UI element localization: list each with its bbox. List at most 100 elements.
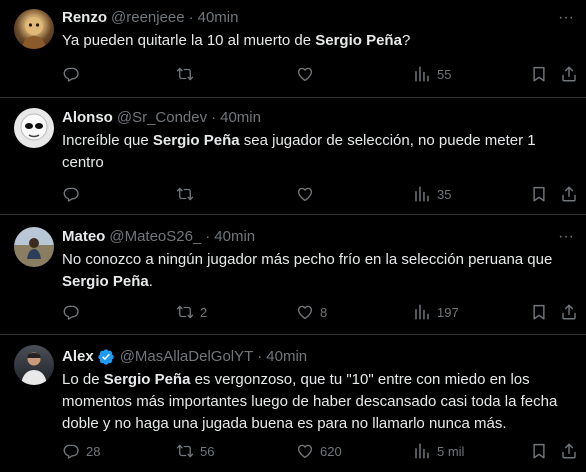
share-button[interactable]: [560, 184, 578, 204]
tweet-text: Ya pueden quitarle la 10 al muerto de Se…: [62, 30, 572, 52]
text-mention-bold: Sergio Peña: [103, 371, 191, 388]
views-count: 35: [437, 186, 452, 202]
like-button[interactable]: 8: [296, 302, 327, 322]
views-button[interactable]: 197: [413, 302, 459, 322]
share-button[interactable]: [560, 441, 578, 461]
retweet-button[interactable]: 2: [176, 302, 207, 322]
separator-dot: ·: [211, 109, 217, 126]
bookmark-icon: [530, 442, 548, 460]
share-icon: [560, 303, 578, 321]
bookmark-icon: [530, 303, 548, 321]
retweet-count: 56: [200, 443, 215, 459]
reply-button[interactable]: [62, 184, 86, 204]
like-icon: [296, 185, 314, 203]
reply-icon: [62, 65, 80, 83]
text-mention-bold: Sergio Peña: [315, 32, 402, 49]
timestamp[interactable]: 40min: [214, 227, 255, 247]
like-count: 620: [320, 443, 342, 459]
tweet-actions: 2 8 197: [62, 302, 582, 322]
views-button[interactable]: 35: [413, 184, 451, 204]
views-icon: [413, 442, 431, 460]
author-handle[interactable]: @MateoS26_: [109, 227, 201, 247]
retweet-count: 2: [200, 304, 208, 320]
author-name[interactable]: Mateo: [62, 227, 105, 247]
like-button[interactable]: 620: [296, 441, 342, 461]
reply-icon: [62, 185, 80, 203]
text-part: Ya pueden quitarle la 10 al muerto de: [62, 32, 316, 49]
views-button[interactable]: 5 mil: [413, 441, 464, 461]
timestamp[interactable]: 40min: [266, 347, 307, 367]
retweet-icon: [176, 65, 194, 83]
avatar[interactable]: [14, 345, 54, 385]
separator-dot: ·: [257, 348, 263, 365]
bookmark-button[interactable]: [530, 302, 548, 322]
more-icon[interactable]: ···: [556, 227, 576, 247]
reply-button[interactable]: [62, 64, 86, 84]
views-icon: [413, 65, 431, 83]
author-name[interactable]: Alonso: [62, 108, 113, 128]
text-part: No conozco a ningún jugador más pecho fr…: [62, 251, 553, 268]
views-icon: [413, 303, 431, 321]
tweet[interactable]: Alonso @Sr_Condev · 40min Increíble que …: [0, 98, 586, 215]
like-icon: [296, 442, 314, 460]
tweet[interactable]: Alex @MasAllaDelGolYT · 40min Lo de Serg…: [0, 335, 586, 472]
reply-button[interactable]: 28: [62, 441, 100, 461]
share-icon: [560, 442, 578, 460]
author-handle[interactable]: @MasAllaDelGolYT: [120, 347, 254, 367]
bookmark-icon: [530, 185, 548, 203]
like-icon: [296, 303, 314, 321]
timestamp[interactable]: 40min: [220, 108, 261, 128]
avatar[interactable]: [14, 9, 54, 49]
retweet-button[interactable]: [176, 184, 200, 204]
like-icon: [296, 65, 314, 83]
tweet[interactable]: Renzo @reenjeee · 40min ··· Ya pueden qu…: [0, 0, 586, 98]
reply-icon: [62, 303, 80, 321]
bookmark-icon: [530, 65, 548, 83]
tweet-text: Increíble que Sergio Peña sea jugador de…: [62, 130, 572, 174]
text-part: ?: [401, 32, 411, 49]
text-mention-bold: Sergio Peña: [62, 273, 149, 290]
avatar[interactable]: [14, 108, 54, 148]
author-handle[interactable]: @reenjeee: [111, 8, 185, 28]
retweet-icon: [176, 185, 194, 203]
retweet-button[interactable]: 56: [176, 441, 214, 461]
reply-count: 28: [86, 443, 101, 459]
share-button[interactable]: [560, 302, 578, 322]
views-count: 5 mil: [437, 443, 465, 459]
more-icon[interactable]: ···: [556, 8, 576, 28]
like-button[interactable]: [296, 184, 320, 204]
avatar[interactable]: [14, 227, 54, 267]
views-icon: [413, 185, 431, 203]
tweet-text: Lo de Sergio Peña es vergonzoso, que tu …: [62, 369, 572, 435]
text-mention-bold: Sergio Peña: [152, 132, 240, 149]
bookmark-button[interactable]: [530, 184, 548, 204]
tweet-actions: 35: [62, 184, 582, 204]
text-part: Lo de: [62, 371, 104, 388]
views-count: 197: [437, 304, 459, 320]
retweet-icon: [176, 303, 194, 321]
like-count: 8: [320, 304, 328, 320]
tweet-actions: 55: [62, 64, 582, 84]
share-icon: [560, 185, 578, 203]
retweet-icon: [176, 442, 194, 460]
author-name[interactable]: Alex: [62, 347, 94, 367]
views-button[interactable]: 55: [413, 64, 451, 84]
text-part: Increíble que: [62, 132, 153, 149]
timestamp[interactable]: 40min: [198, 8, 239, 28]
reply-icon: [62, 442, 80, 460]
text-part: .: [148, 273, 153, 290]
retweet-button[interactable]: [176, 64, 200, 84]
author-name[interactable]: Renzo: [62, 8, 107, 28]
separator-dot: ·: [188, 9, 194, 26]
tweet[interactable]: Mateo @MateoS26_ · 40min ··· No conozco …: [0, 215, 586, 335]
author-handle[interactable]: @Sr_Condev: [117, 108, 207, 128]
reply-button[interactable]: [62, 302, 86, 322]
bookmark-button[interactable]: [530, 64, 548, 84]
bookmark-button[interactable]: [530, 441, 548, 461]
like-button[interactable]: [296, 64, 320, 84]
separator-dot: ·: [205, 228, 211, 245]
views-count: 55: [437, 66, 452, 82]
verified-badge-icon: [98, 349, 114, 365]
share-button[interactable]: [560, 64, 578, 84]
tweet-actions: 28 56 620 5 mil: [62, 441, 582, 461]
